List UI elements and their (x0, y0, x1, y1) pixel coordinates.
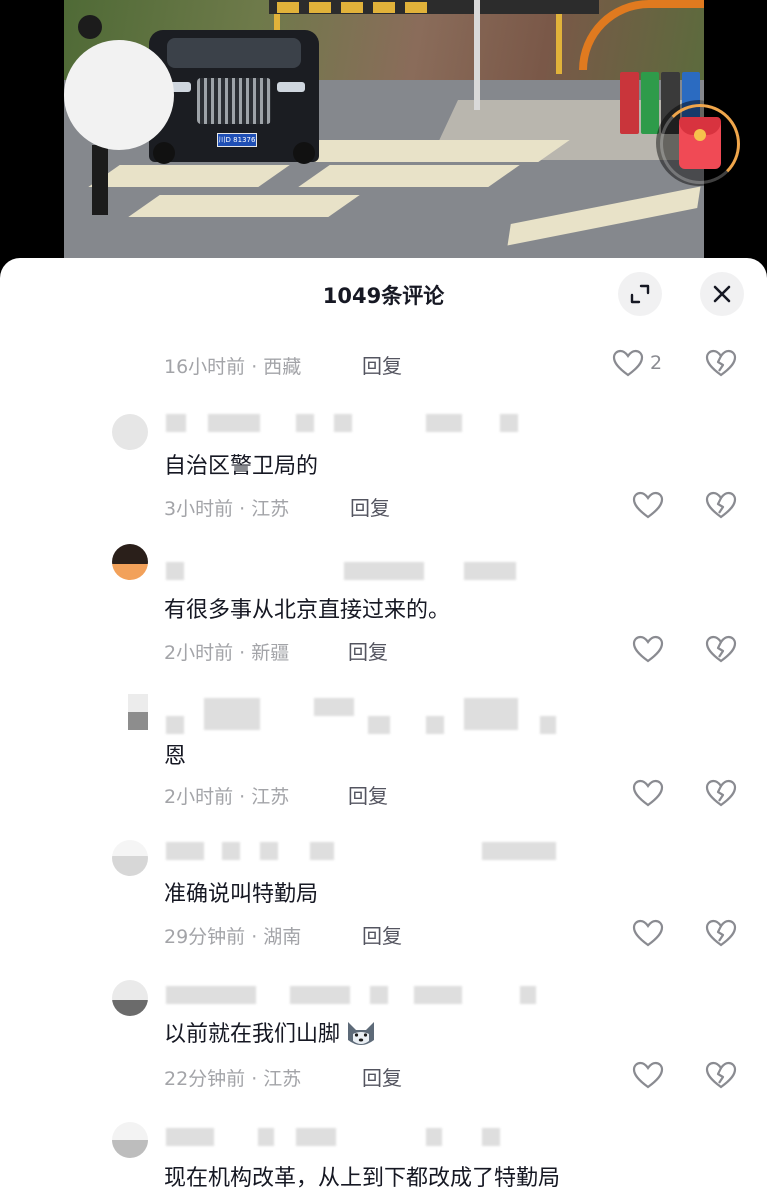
comment-meta: 22分钟前 · 江苏 (164, 1068, 302, 1090)
crosswalk-stripe (298, 165, 520, 187)
comment-meta: 2小时前 · 江苏 (164, 786, 290, 808)
nickname-redacted[interactable] (164, 414, 524, 436)
person-with-umbrella (64, 10, 174, 240)
street-pole (474, 0, 480, 110)
reply-button[interactable]: 回复 (348, 636, 388, 665)
person-head (78, 15, 102, 39)
video-frame[interactable]: 川D 81376 (64, 0, 704, 262)
comment-text: 以前就在我们山脚 (164, 1016, 378, 1050)
broken-heart-icon[interactable] (705, 634, 737, 664)
car-wheel (293, 142, 315, 164)
reply-button[interactable]: 回复 (362, 920, 402, 949)
broken-heart-icon[interactable] (705, 778, 737, 808)
nickname-redacted[interactable] (164, 842, 556, 864)
heart-outline-icon[interactable] (632, 634, 664, 664)
heart-outline-icon[interactable] (632, 778, 664, 808)
nickname-redacted[interactable] (164, 698, 556, 734)
comment-meta: 16小时前 · 西藏 (164, 356, 302, 378)
comment-meta: 2小时前 · 新疆 (164, 642, 290, 664)
heart-outline-icon[interactable] (612, 348, 644, 378)
gantry-sign (309, 2, 331, 13)
close-icon (713, 285, 731, 303)
expand-icon (630, 284, 650, 304)
gantry-sign (277, 2, 299, 13)
comment-text-content: 以前就在我们山脚 (164, 1022, 341, 1047)
reply-button[interactable]: 回复 (350, 492, 390, 521)
gantry-pillar (556, 14, 562, 74)
comments-sheet: 1049条评论 16小时前 · 西藏 回复 2 自治区警卫局的 3小时前 · 江… (0, 258, 767, 1200)
comment-text: 准确说叫特勤局 (164, 882, 319, 907)
comment-meta: 3小时前 · 江苏 (164, 498, 290, 520)
avatar[interactable] (112, 980, 148, 1016)
bin-red (620, 72, 639, 134)
wolf-emoji-icon (348, 1022, 375, 1045)
comment-meta: 29分钟前 · 湖南 (164, 926, 302, 948)
avatar[interactable] (112, 840, 148, 876)
expand-button[interactable] (618, 272, 662, 316)
license-plate: 川D 81376 (217, 133, 257, 147)
nickname-redacted[interactable] (164, 562, 524, 584)
comment-text: 自治区警卫局的 (164, 454, 319, 479)
reply-button[interactable]: 回复 (362, 350, 402, 379)
heart-outline-icon[interactable] (632, 1060, 664, 1090)
reply-button[interactable]: 回复 (362, 1062, 402, 1091)
nickname-redacted[interactable] (164, 1128, 524, 1150)
person-legs (92, 145, 108, 215)
like-count: 2 (650, 352, 663, 374)
car-windshield (167, 38, 301, 68)
car-grille (197, 78, 271, 124)
gantry-sign (405, 2, 427, 13)
gantry-sign (373, 2, 395, 13)
comment-text: 现在机构改革，从上到下都改成了特勤局 (164, 1166, 561, 1191)
white-umbrella (64, 40, 174, 150)
broken-heart-icon[interactable] (705, 1060, 737, 1090)
reply-button[interactable]: 回复 (348, 780, 388, 809)
gantry-sign (341, 2, 363, 13)
close-button[interactable] (700, 272, 744, 316)
broken-heart-icon[interactable] (705, 918, 737, 948)
red-packet-seal (694, 129, 706, 141)
video-player[interactable]: 川D 81376 (0, 0, 767, 262)
black-suv: 川D 81376 (149, 30, 319, 164)
broken-heart-icon[interactable] (705, 348, 737, 378)
crosswalk-stripe (368, 140, 570, 162)
avatar[interactable] (112, 544, 148, 580)
red-packet-envelope (679, 117, 721, 169)
car-headlight-right (277, 82, 305, 92)
comment-text: 恩 (164, 744, 187, 769)
avatar[interactable] (128, 694, 148, 730)
heart-outline-icon[interactable] (632, 490, 664, 520)
heart-outline-icon[interactable] (632, 918, 664, 948)
avatar[interactable] (112, 1122, 148, 1158)
avatar[interactable] (112, 414, 148, 450)
toll-gantry (269, 0, 599, 14)
nickname-redacted[interactable] (164, 986, 536, 1008)
comment-text: 有很多事从北京直接过来的。 (164, 598, 451, 623)
red-packet-icon[interactable] (656, 100, 742, 186)
broken-heart-icon[interactable] (705, 490, 737, 520)
bin-green (640, 72, 659, 134)
